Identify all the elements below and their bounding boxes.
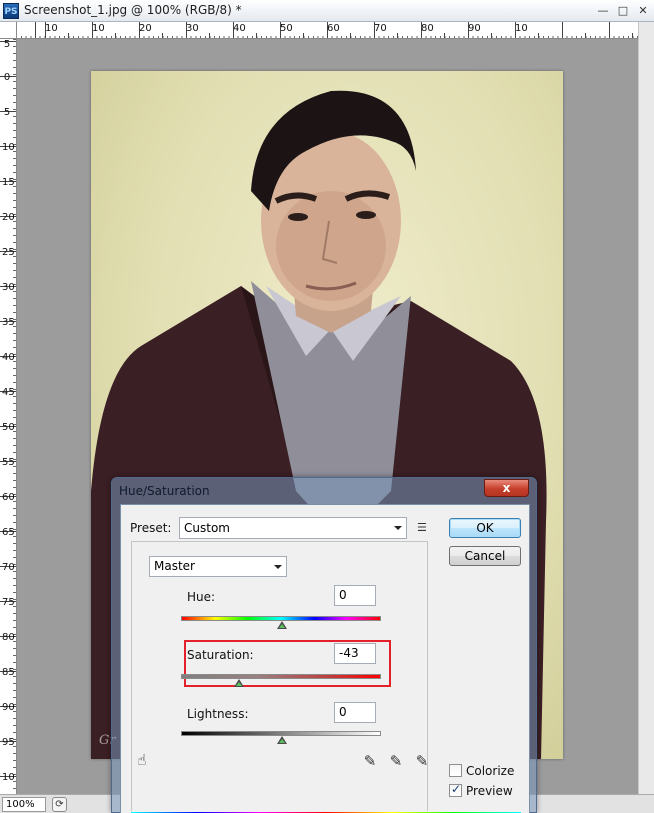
ruler-tick-label: 40: [233, 23, 246, 34]
channel-dropdown[interactable]: Master: [149, 556, 287, 577]
ruler-tick-label: 10: [45, 23, 58, 34]
zoom-level-field[interactable]: 100%: [2, 797, 46, 812]
ruler-tick-label: 95: [2, 737, 15, 748]
saturation-slider-thumb[interactable]: [234, 679, 244, 687]
close-button[interactable]: ✕: [634, 2, 652, 19]
ruler-tick-label: 60: [2, 492, 15, 503]
ruler-tick-label: 50: [2, 422, 15, 433]
ruler-tick-label: 70: [374, 23, 387, 34]
hue-saturation-dialog: Hue/Saturation x Preset: Custom ☰ OK Can…: [111, 477, 537, 813]
window-title: Screenshot_1.jpg @ 100% (RGB/8) *: [24, 3, 242, 17]
dialog-title: Hue/Saturation: [119, 484, 210, 498]
ruler-tick-label: 80: [2, 632, 15, 643]
ruler-tick-label: 90: [2, 702, 15, 713]
preset-options-icon[interactable]: ☰: [417, 522, 431, 534]
hue-input[interactable]: 0: [334, 585, 376, 606]
preview-checkbox[interactable]: [449, 782, 462, 797]
ruler-tick-label: 30: [186, 23, 199, 34]
saturation-slider-track[interactable]: [181, 674, 381, 679]
dialog-body: Preset: Custom ☰ OK Cancel Master Hue: 0…: [120, 504, 530, 813]
ruler-tick-label: 5: [3, 107, 11, 118]
hue-label: Hue:: [187, 590, 216, 604]
ruler-tick-label: 10: [2, 772, 15, 783]
ruler-origin[interactable]: [0, 22, 17, 39]
ruler-tick-label: 90: [468, 23, 481, 34]
preset-value: Custom: [184, 521, 230, 535]
ruler-tick-label: 25: [2, 247, 15, 258]
channel-value: Master: [154, 559, 195, 573]
preset-dropdown[interactable]: Custom: [179, 517, 407, 539]
chevron-down-icon: [274, 565, 282, 569]
ruler-tick-label: 40: [2, 352, 15, 363]
ruler-tick-label: 60: [327, 23, 340, 34]
ruler-tick-label: 70: [2, 562, 15, 573]
ruler-tick-label: 20: [139, 23, 152, 34]
ruler-tick-label: 75: [2, 597, 15, 608]
status-arrow-icon[interactable]: ⟳: [52, 797, 67, 812]
window-title-bar: PS Screenshot_1.jpg @ 100% (RGB/8) * — □…: [0, 0, 654, 22]
photoshop-app-icon: PS: [3, 3, 19, 19]
ruler-tick-label: 65: [2, 527, 15, 538]
colorize-label: Colorize: [466, 764, 515, 778]
ruler-tick-label: 80: [421, 23, 434, 34]
lightness-slider-thumb[interactable]: [277, 736, 287, 744]
lightness-label: Lightness:: [187, 707, 249, 721]
ruler-tick-label: 55: [2, 457, 15, 468]
ruler-tick-label: 30: [2, 282, 15, 293]
ruler-tick-label: 15: [2, 177, 15, 188]
vertical-scrollbar[interactable]: [638, 22, 654, 794]
cancel-button[interactable]: Cancel: [449, 546, 521, 566]
ruler-tick-label: 5: [3, 39, 11, 50]
ruler-tick-label: 85: [2, 667, 15, 678]
saturation-label: Saturation:: [187, 648, 254, 662]
minimize-button[interactable]: —: [594, 2, 612, 19]
eyedropper-minus-icon[interactable]: ✎: [413, 752, 431, 770]
ruler-tick-label: 0: [3, 72, 11, 83]
eyedropper-icon[interactable]: ✎: [361, 752, 379, 770]
ruler-tick-label: 50: [280, 23, 293, 34]
ruler-tick-label: 10: [515, 23, 528, 34]
vertical-ruler[interactable]: 5 0 5 10 15 20 25 30 35 40 45 50 55 60 6…: [0, 39, 17, 794]
saturation-input[interactable]: -43: [334, 643, 376, 664]
horizontal-ruler[interactable]: 10 10 20 30 40 50 60 70 80 90 10: [17, 22, 638, 39]
dialog-close-button[interactable]: x: [484, 479, 529, 497]
colorize-checkbox[interactable]: [449, 764, 462, 777]
preset-label: Preset:: [130, 521, 172, 535]
restore-button[interactable]: □: [614, 2, 632, 19]
lightness-input[interactable]: 0: [334, 702, 376, 723]
ruler-tick-label: 45: [2, 387, 15, 398]
preview-label: Preview: [466, 784, 513, 798]
hue-slider-thumb[interactable]: [277, 621, 287, 629]
ruler-tick-label: 35: [2, 317, 15, 328]
chevron-down-icon: [394, 526, 402, 530]
ok-button[interactable]: OK: [449, 518, 521, 538]
hand-adjust-icon[interactable]: ☝: [133, 751, 151, 769]
eyedropper-plus-icon[interactable]: ✎: [387, 752, 405, 770]
ruler-tick-label: 10: [2, 142, 15, 153]
ruler-tick-label: 20: [2, 212, 15, 223]
ruler-tick-label: 10: [92, 23, 105, 34]
